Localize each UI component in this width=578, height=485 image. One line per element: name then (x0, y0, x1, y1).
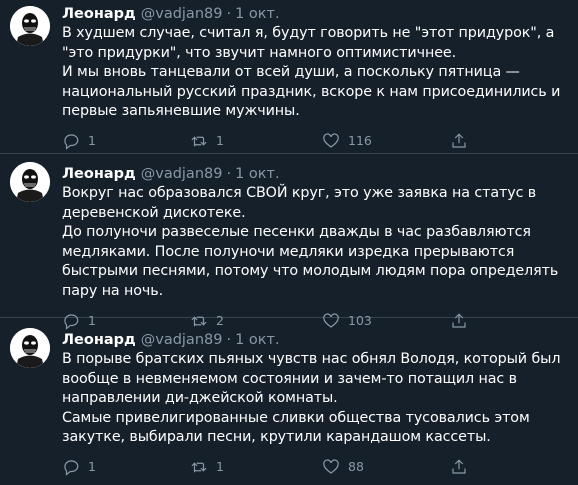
reply-count: 1 (88, 459, 96, 475)
author-handle[interactable]: @vadjan89 (141, 166, 223, 182)
tweet-text: Вокруг нас образовался СВОЙ круг, это уж… (62, 184, 578, 302)
like-count: 88 (348, 459, 364, 475)
tweet[interactable]: Леонард @vadjan89 · 1 окт. В худшем случае,… (0, 0, 578, 154)
tweet-header: Леонард @vadjan89 · 1 окт. (62, 318, 578, 350)
reply-icon (64, 460, 79, 476)
tweet[interactable]: Леонард @vadjan89 · 1 окт. Вокруг нас образ… (0, 154, 578, 330)
author-name[interactable]: Леонард (62, 6, 136, 22)
tweet-paragraph: Вокруг нас образовался СВОЙ круг, это уж… (62, 185, 537, 221)
tweet-text: В худшем случае, считал я, будут говорит… (62, 24, 578, 122)
retweet-icon (191, 136, 207, 147)
author-name[interactable]: Леонард (62, 332, 136, 348)
like-count: 116 (348, 133, 372, 149)
share-button[interactable] (450, 132, 468, 150)
tweet-header: Леонард @vadjan89 · 1 окт. (62, 154, 578, 184)
separator-dot: · (226, 332, 232, 348)
reply-button[interactable]: 1 (62, 132, 190, 150)
tweet-paragraph: В порыве братских пьяных чувств нас обня… (62, 351, 561, 407)
author-handle[interactable]: @vadjan89 (141, 332, 223, 348)
masked-figure-avatar-icon (10, 328, 50, 368)
tweet-actions: 1 1 116 (62, 126, 578, 156)
tweet-text: В порыве братских пьяных чувств нас обня… (62, 350, 578, 448)
avatar[interactable] (10, 162, 50, 202)
tweet-actions: 1 1 88 (62, 452, 578, 482)
tweet-date[interactable]: 1 окт. (235, 6, 280, 22)
like-button[interactable]: 88 (322, 458, 450, 476)
author-handle[interactable]: @vadjan89 (141, 6, 223, 22)
masked-figure-avatar-icon (10, 162, 50, 202)
reply-icon (64, 134, 79, 150)
tweet-paragraph: И мы вновь танцевали от всей души, а пос… (62, 64, 561, 120)
reply-count: 1 (88, 133, 96, 149)
tweet[interactable]: Леонард @vadjan89 · 1 окт. В порыве братски… (0, 318, 578, 485)
retweet-count: 1 (216, 459, 224, 475)
separator-dot: · (226, 166, 232, 182)
retweet-button[interactable]: 1 (190, 458, 322, 476)
tweet-paragraph: До полуночи развеселые песенки дважды в … (62, 224, 559, 299)
author-name[interactable]: Леонард (62, 166, 136, 182)
avatar[interactable] (10, 328, 50, 368)
tweet-feed: Леонард @vadjan89 · 1 окт. В худшем случае,… (0, 0, 578, 485)
masked-figure-avatar-icon (10, 6, 50, 46)
share-button[interactable] (450, 458, 468, 476)
like-button[interactable]: 116 (322, 132, 450, 150)
share-icon (452, 133, 466, 148)
separator-dot: · (226, 6, 232, 22)
tweet-header: Леонард @vadjan89 · 1 окт. (62, 0, 578, 24)
avatar[interactable] (10, 6, 50, 46)
share-icon (452, 459, 466, 474)
tweet-paragraph: Самые привелигированные сливки общества … (62, 409, 530, 446)
retweet-button[interactable]: 1 (190, 132, 322, 150)
tweet-paragraph: В худшем случае, считал я, будут говорит… (62, 25, 555, 61)
heart-icon (323, 133, 339, 148)
retweet-icon (191, 462, 207, 473)
heart-icon (323, 459, 339, 474)
retweet-count: 1 (216, 133, 224, 149)
tweet-date[interactable]: 1 окт. (235, 166, 280, 182)
tweet-date[interactable]: 1 окт. (235, 332, 280, 348)
reply-button[interactable]: 1 (62, 458, 190, 476)
